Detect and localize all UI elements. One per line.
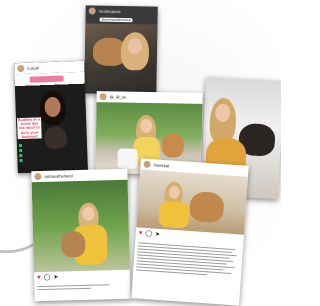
checklist bbox=[18, 144, 23, 163]
share-icon[interactable]: ➤ bbox=[155, 232, 160, 238]
share-icon[interactable]: ➤ bbox=[53, 275, 58, 281]
story-card-top[interactable]: nicolecaputo stevenandchrisreal bbox=[84, 5, 158, 95]
post-actions: ♥ ◯ ➤ bbox=[37, 275, 58, 282]
dog-figure bbox=[161, 133, 184, 158]
dog-figure bbox=[188, 190, 225, 224]
heart-icon[interactable]: ♥ bbox=[139, 230, 143, 236]
comment-icon[interactable]: ◯ bbox=[44, 275, 51, 281]
caption-lines bbox=[136, 240, 240, 279]
story-caption: Buddies on a sunny day not much to do in… bbox=[17, 117, 42, 140]
username: nicolecaputo bbox=[98, 8, 122, 14]
collage-canvas: nicolecaputo stevenandchrisreal s.studi … bbox=[0, 0, 281, 306]
post-card-bottom-right[interactable]: bauerkat ♥ ◯ ➤ bbox=[131, 158, 249, 306]
avatar bbox=[17, 64, 25, 73]
comment-icon[interactable]: ◯ bbox=[145, 231, 152, 237]
avatar bbox=[99, 93, 107, 101]
post-actions: ♥ ◯ ➤ bbox=[139, 230, 161, 237]
username: aishasutherland bbox=[44, 173, 73, 179]
chair bbox=[117, 148, 138, 169]
caption-lines bbox=[37, 282, 127, 292]
story-pill bbox=[29, 75, 64, 83]
story-card-left[interactable]: s.studi Buddies on a sunny day not much … bbox=[14, 60, 88, 174]
dog-figure bbox=[44, 126, 68, 150]
person-body bbox=[158, 200, 191, 229]
avatar bbox=[143, 160, 151, 169]
post-photo bbox=[136, 169, 248, 235]
story-header: nicolecaputo bbox=[86, 5, 158, 17]
avatar bbox=[34, 173, 42, 181]
username: bauerkat bbox=[153, 162, 170, 169]
post-card-bottom-left[interactable]: aishasutherland ♥ ◯ ➤ bbox=[31, 168, 131, 302]
username: s.studi bbox=[27, 65, 39, 71]
post-photo bbox=[31, 179, 130, 273]
username: @_lili_ok bbox=[109, 94, 126, 100]
avatar bbox=[88, 7, 96, 15]
story-photo bbox=[84, 23, 158, 95]
story-photo: Buddies on a sunny day not much to do in… bbox=[14, 71, 88, 174]
dog-figure bbox=[60, 230, 86, 258]
story-tag: stevenandchrisreal bbox=[99, 17, 133, 23]
heart-icon[interactable]: ♥ bbox=[37, 275, 41, 281]
